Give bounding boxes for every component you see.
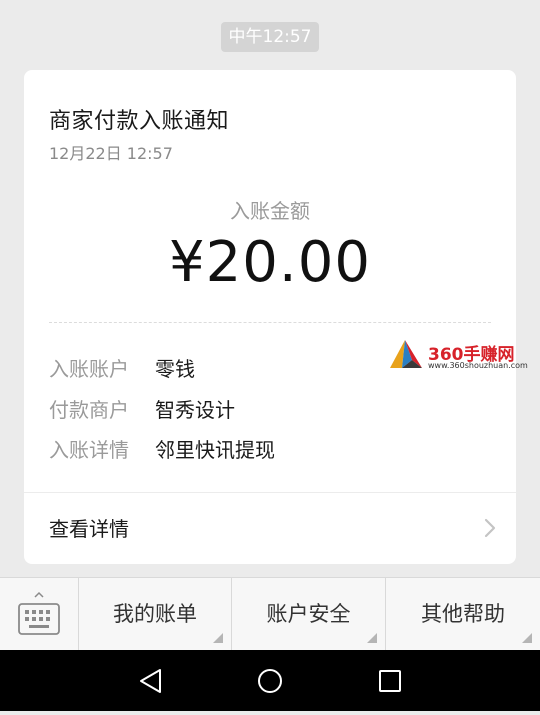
nav-home-button[interactable] [240, 650, 300, 711]
payment-notification-card[interactable]: 商家付款入账通知 12月22日 12:57 入账金额 ¥20.00 入账账户 零钱… [24, 70, 516, 564]
detail-value: 邻里快讯提现 [155, 438, 275, 462]
submenu-corner-icon [213, 633, 223, 643]
nav-recents-button[interactable] [360, 650, 420, 711]
detail-row-account: 入账账户 零钱 [49, 353, 195, 382]
menu-label: 我的账单 [113, 602, 197, 626]
keyboard-toggle-button[interactable] [0, 578, 79, 651]
message-timestamp: 中午12:57 [221, 22, 319, 52]
dashed-divider [49, 322, 491, 323]
submenu-corner-icon [522, 633, 532, 643]
menu-account-security[interactable]: 账户安全 [232, 578, 386, 651]
view-details-button[interactable]: 查看详情 [24, 493, 516, 564]
menu-label: 账户安全 [266, 602, 351, 626]
card-date: 12月22日 12:57 [49, 144, 173, 163]
keyboard-icon [18, 591, 60, 635]
system-navigation-bar [0, 650, 540, 711]
submenu-corner-icon [367, 633, 377, 643]
detail-key: 付款商户 [49, 398, 129, 422]
detail-value: 智秀设计 [155, 398, 235, 422]
nav-back-button[interactable] [120, 650, 180, 711]
home-icon [258, 669, 282, 693]
detail-key: 入账账户 [49, 357, 129, 381]
watermark-triangle-icon [390, 340, 422, 368]
card-title: 商家付款入账通知 [49, 109, 230, 134]
recents-icon [379, 670, 401, 692]
detail-row-info: 入账详情 邻里快讯提现 [49, 434, 275, 463]
menu-my-bills[interactable]: 我的账单 [79, 578, 232, 651]
back-icon [140, 669, 161, 693]
detail-value: 零钱 [155, 357, 195, 381]
view-details-label: 查看详情 [49, 517, 129, 541]
menu-other-help[interactable]: 其他帮助 [386, 578, 540, 651]
bottom-menu-bar: 我的账单 账户安全 其他帮助 [0, 577, 540, 651]
chevron-right-icon [484, 518, 496, 542]
detail-key: 入账详情 [49, 438, 129, 462]
watermark-logo: 360手赚网 www.360shouzhuan.com [388, 338, 538, 374]
watermark-url: www.360shouzhuan.com [428, 361, 528, 370]
amount-label: 入账金额 [230, 199, 310, 223]
menu-label: 其他帮助 [421, 602, 505, 626]
detail-row-merchant: 付款商户 智秀设计 [49, 394, 235, 423]
amount-value: ¥20.00 [169, 230, 371, 295]
